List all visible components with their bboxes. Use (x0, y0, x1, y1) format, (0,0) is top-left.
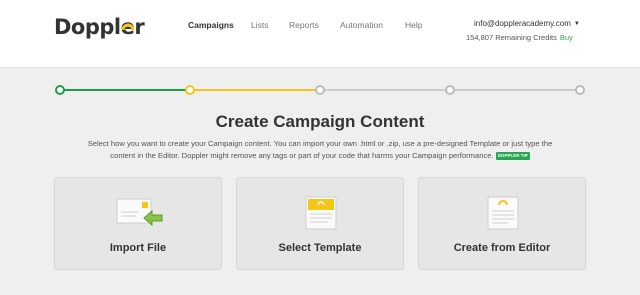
account-menu[interactable]: info@doppleracademy.com ▼ (474, 19, 580, 28)
select-template-card[interactable]: Select Template (236, 177, 404, 270)
top-header: Doppler Campaigns Lists Reports Automati… (0, 0, 640, 68)
nav-automation[interactable]: Automation (340, 20, 383, 30)
page-description: Select how you want to create your Campa… (55, 138, 585, 162)
nav-lists[interactable]: Lists (251, 20, 268, 30)
credits-info: 154,807 Remaining Credits Buy (466, 33, 573, 42)
doppler-logo[interactable]: Doppler (54, 15, 145, 39)
step-connector-1 (60, 89, 190, 91)
create-from-editor-label: Create from Editor (453, 242, 551, 254)
step-dot-3 (315, 85, 325, 95)
page-title: Create Campaign Content (215, 112, 425, 131)
import-file-icon (116, 198, 163, 227)
account-email: info@doppleracademy.com (474, 19, 571, 28)
nav-reports[interactable]: Reports (289, 20, 319, 30)
doppler-tip-badge[interactable]: DOPPLER TIP (495, 152, 530, 160)
import-file-card[interactable]: Import File (54, 177, 222, 270)
step-dot-4 (445, 85, 455, 95)
description-line-1: Select how you want to create your Campa… (87, 139, 553, 148)
editor-icon (487, 196, 519, 230)
step-connector-2 (190, 89, 320, 91)
select-template-label: Select Template (278, 242, 362, 254)
credits-text: 154,807 Remaining Credits (466, 33, 557, 42)
description-line-2: content in the Editor. Doppler might rem… (110, 151, 494, 160)
step-dot-5 (575, 85, 585, 95)
import-file-label: Import File (109, 242, 167, 254)
caret-down-icon: ▼ (573, 20, 580, 27)
step-dot-2 (185, 85, 195, 95)
progress-steps (55, 83, 585, 97)
logo-arc-icon (121, 23, 135, 31)
template-icon (305, 196, 337, 230)
step-dot-1 (55, 85, 65, 95)
create-from-editor-card[interactable]: Create from Editor (418, 177, 586, 270)
nav-campaigns[interactable]: Campaigns (188, 20, 234, 30)
nav-help[interactable]: Help (405, 20, 422, 30)
buy-link[interactable]: Buy (560, 33, 573, 42)
